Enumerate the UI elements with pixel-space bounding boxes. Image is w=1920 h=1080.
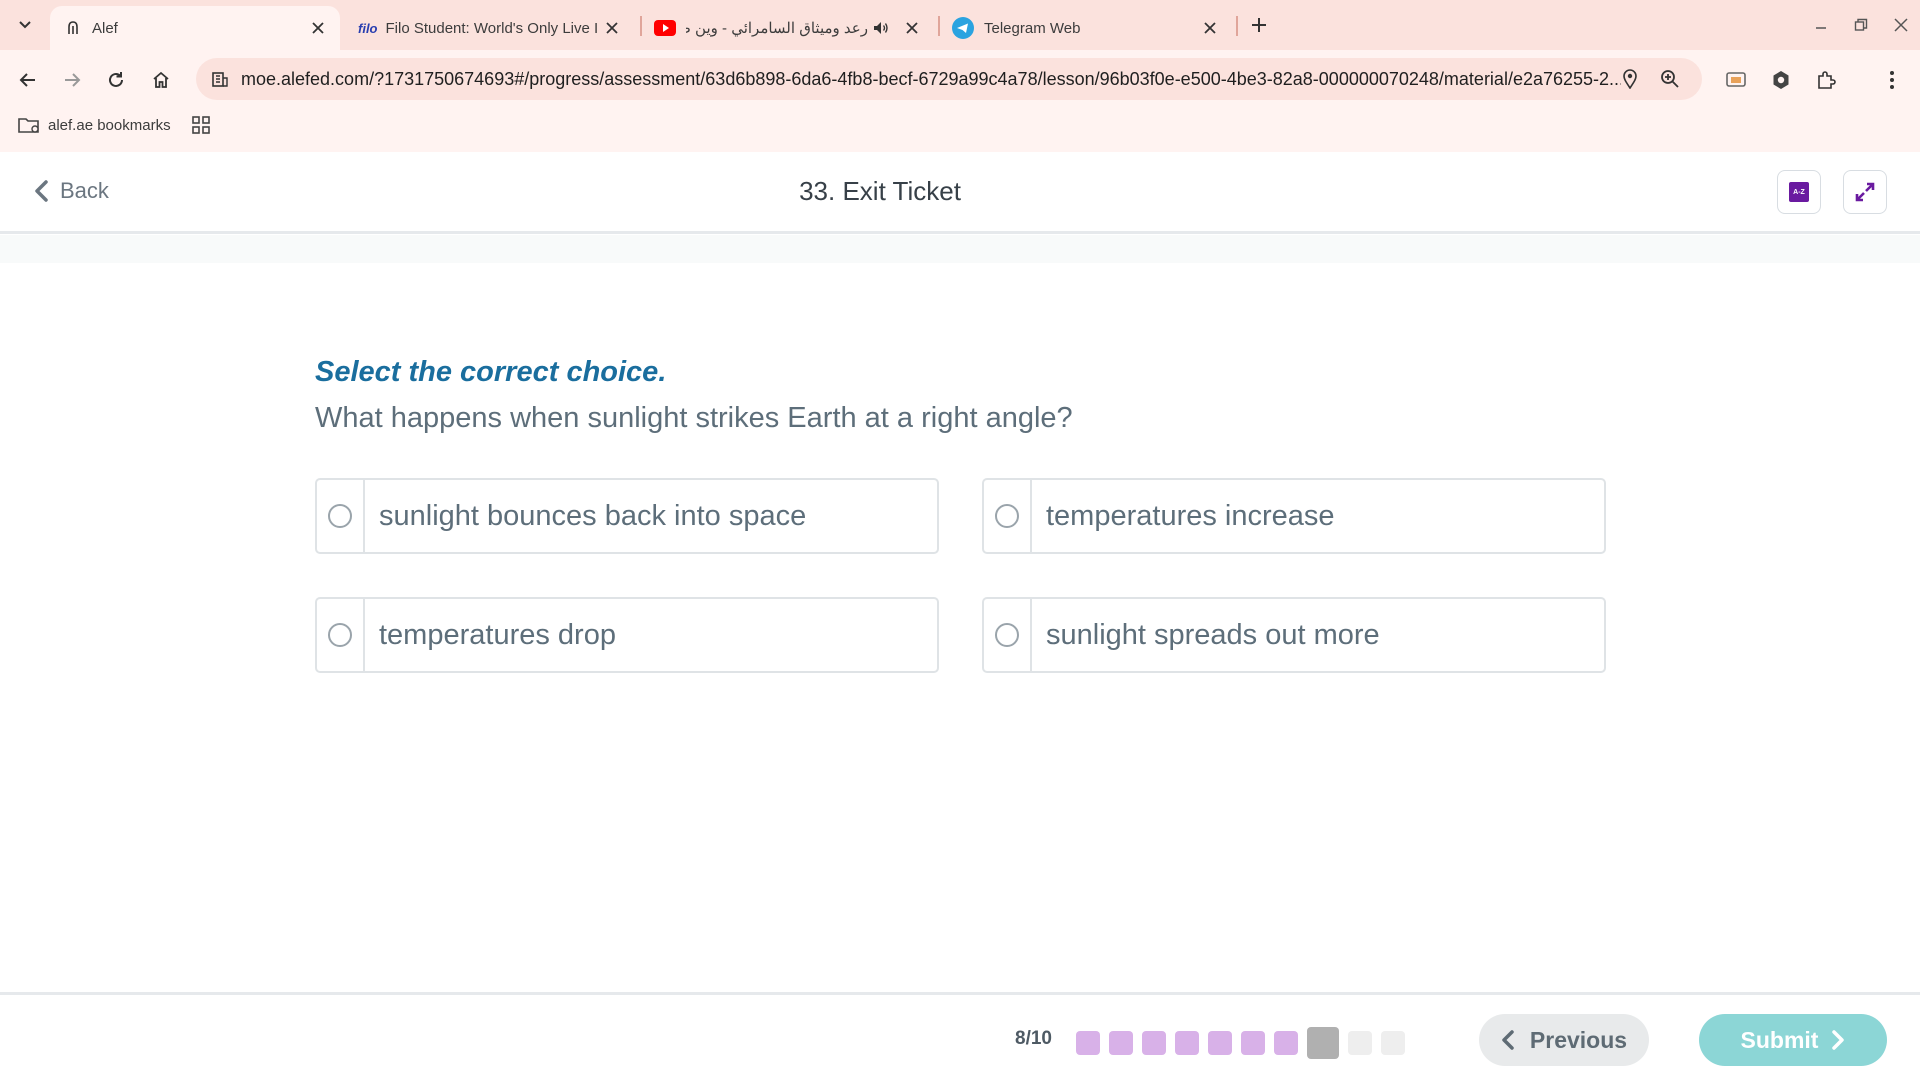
minimize-button[interactable]	[1806, 10, 1836, 40]
choice-option-4[interactable]: sunlight spreads out more	[982, 597, 1606, 673]
close-icon[interactable]	[902, 18, 922, 38]
close-icon[interactable]	[308, 18, 328, 38]
cast-icon[interactable]	[1722, 66, 1750, 94]
filo-icon: filo	[358, 20, 378, 36]
dictionary-icon: A-Z	[1789, 182, 1809, 202]
forward-nav-button[interactable]	[56, 64, 88, 96]
radio-button[interactable]	[328, 623, 352, 647]
assessment-footer: 8/10 Previous Submit	[0, 992, 1920, 1080]
alef-icon	[64, 19, 82, 37]
radio-cell	[984, 480, 1032, 552]
lesson-header: Back 33. Exit Ticket A-Z	[0, 152, 1920, 234]
plus-icon	[1252, 18, 1266, 32]
tab-title: Telegram Web	[984, 19, 1081, 37]
telegram-icon	[952, 17, 974, 39]
radio-cell	[984, 599, 1032, 671]
content-top-band	[0, 235, 1920, 263]
restore-icon	[1854, 18, 1868, 31]
tab-filo[interactable]: filo Filo Student: World's Only Live I	[352, 6, 632, 50]
arrow-left-icon	[19, 73, 35, 87]
previous-label: Previous	[1529, 1026, 1628, 1053]
fullscreen-button[interactable]	[1843, 170, 1887, 214]
choice-option-3[interactable]: temperatures drop	[315, 597, 939, 673]
radio-button[interactable]	[328, 504, 352, 528]
previous-button[interactable]: Previous	[1479, 1014, 1649, 1066]
tab-separator	[1236, 16, 1238, 36]
close-window-button[interactable]	[1886, 10, 1916, 40]
progress-indicator	[1076, 1027, 1414, 1059]
submit-label: Submit	[1740, 1026, 1819, 1053]
choice-label: sunlight bounces back into space	[379, 499, 807, 532]
speaker-icon[interactable]	[868, 18, 894, 38]
radio-cell	[317, 599, 365, 671]
progress-dot-3[interactable]	[1142, 1031, 1166, 1055]
progress-dot-4[interactable]	[1175, 1031, 1199, 1055]
chevron-down-icon	[19, 21, 31, 29]
browser-tab-strip: Alef filo Filo Student: World's Only Liv…	[0, 0, 1920, 50]
reload-icon	[109, 72, 123, 87]
tab-telegram[interactable]: Telegram Web	[950, 6, 1230, 50]
progress-dot-5[interactable]	[1208, 1031, 1232, 1055]
tab-youtube[interactable]: رعد وميثاق السامرائي - وين صبر	[650, 6, 932, 50]
tab-alef[interactable]: Alef	[50, 6, 340, 50]
tab-separator	[640, 16, 642, 36]
restore-button[interactable]	[1846, 10, 1876, 40]
folder-icon	[18, 118, 39, 133]
extensions-puzzle-icon[interactable]	[1812, 66, 1840, 94]
question-text: What happens when sunlight strikes Earth…	[315, 402, 1073, 434]
progress-dot-8[interactable]	[1307, 1027, 1339, 1059]
radio-button[interactable]	[995, 623, 1019, 647]
choice-label: sunlight spreads out more	[1046, 618, 1380, 651]
chevron-left-icon	[1501, 1030, 1514, 1050]
close-icon	[1894, 18, 1908, 32]
tab-title: Alef	[92, 19, 118, 37]
minimize-icon	[1816, 27, 1826, 29]
choice-label: temperatures drop	[379, 618, 616, 651]
new-tab-button[interactable]	[1246, 12, 1272, 38]
expand-icon	[1855, 182, 1875, 202]
choice-option-1[interactable]: sunlight bounces back into space	[315, 478, 939, 554]
dictionary-button[interactable]: A-Z	[1777, 170, 1821, 214]
page-title: 33. Exit Ticket	[799, 176, 961, 206]
bookmark-folder-alef[interactable]: alef.ae bookmarks	[18, 108, 171, 142]
chevron-right-icon	[1832, 1030, 1845, 1050]
site-info-icon[interactable]	[210, 69, 230, 89]
close-icon[interactable]	[602, 18, 622, 38]
reload-button[interactable]	[100, 64, 132, 96]
address-bar[interactable]: moe.alefed.com/?1731750674693#/progress/…	[196, 58, 1702, 100]
choice-option-2[interactable]: temperatures increase	[982, 478, 1606, 554]
progress-dot-7[interactable]	[1274, 1031, 1298, 1055]
tab-separator	[938, 16, 940, 36]
zoom-icon[interactable]	[1660, 69, 1680, 89]
location-pin-icon[interactable]	[1620, 69, 1640, 89]
extension-gear-icon[interactable]	[1767, 66, 1795, 94]
radio-button[interactable]	[995, 504, 1019, 528]
url-text[interactable]: moe.alefed.com/?1731750674693#/progress/…	[241, 69, 1621, 90]
close-icon[interactable]	[1200, 18, 1220, 38]
menu-kebab-icon[interactable]	[1878, 66, 1906, 94]
browser-toolbar: moe.alefed.com/?1731750674693#/progress/…	[0, 50, 1920, 158]
tab-search-button[interactable]	[10, 10, 40, 40]
progress-dot-1[interactable]	[1076, 1031, 1100, 1055]
home-button[interactable]	[145, 64, 177, 96]
tab-title: رعد وميثاق السامرائي - وين صبر	[686, 20, 868, 37]
question-counter: 8/10	[1015, 1028, 1052, 1049]
progress-dot-2[interactable]	[1109, 1031, 1133, 1055]
progress-dot-9[interactable]	[1348, 1031, 1372, 1055]
home-icon	[153, 71, 169, 88]
submit-button[interactable]: Submit	[1699, 1014, 1887, 1066]
radio-cell	[317, 480, 365, 552]
bookmarks-bar: alef.ae bookmarks	[0, 108, 400, 142]
arrow-right-icon	[65, 73, 81, 87]
youtube-icon	[654, 19, 676, 37]
back-nav-button[interactable]	[12, 64, 44, 96]
apps-grid-icon[interactable]	[190, 114, 212, 136]
progress-dot-10[interactable]	[1381, 1031, 1405, 1055]
choice-label: temperatures increase	[1046, 499, 1335, 532]
tab-title: Filo Student: World's Only Live I	[385, 19, 599, 37]
progress-dot-6[interactable]	[1241, 1031, 1265, 1055]
bookmark-label: alef.ae bookmarks	[48, 116, 171, 134]
question-prompt: Select the correct choice.	[315, 356, 667, 388]
